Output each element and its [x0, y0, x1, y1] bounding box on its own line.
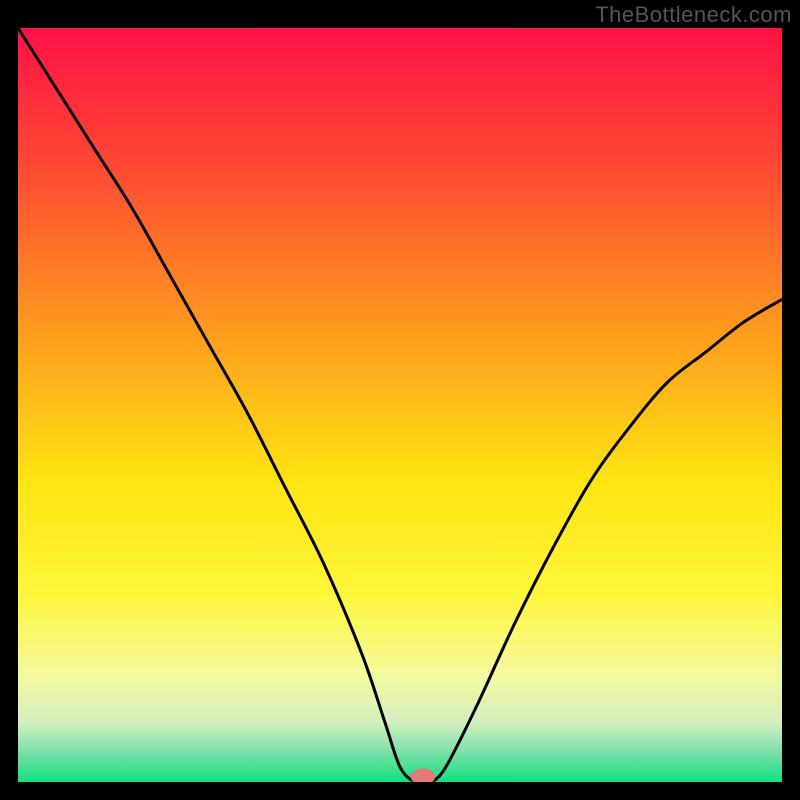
- plot-area: [18, 28, 782, 782]
- bottleneck-chart: [18, 28, 782, 782]
- chart-frame: TheBottleneck.com: [0, 0, 800, 800]
- gradient-background: [18, 28, 782, 782]
- watermark-text: TheBottleneck.com: [595, 2, 792, 28]
